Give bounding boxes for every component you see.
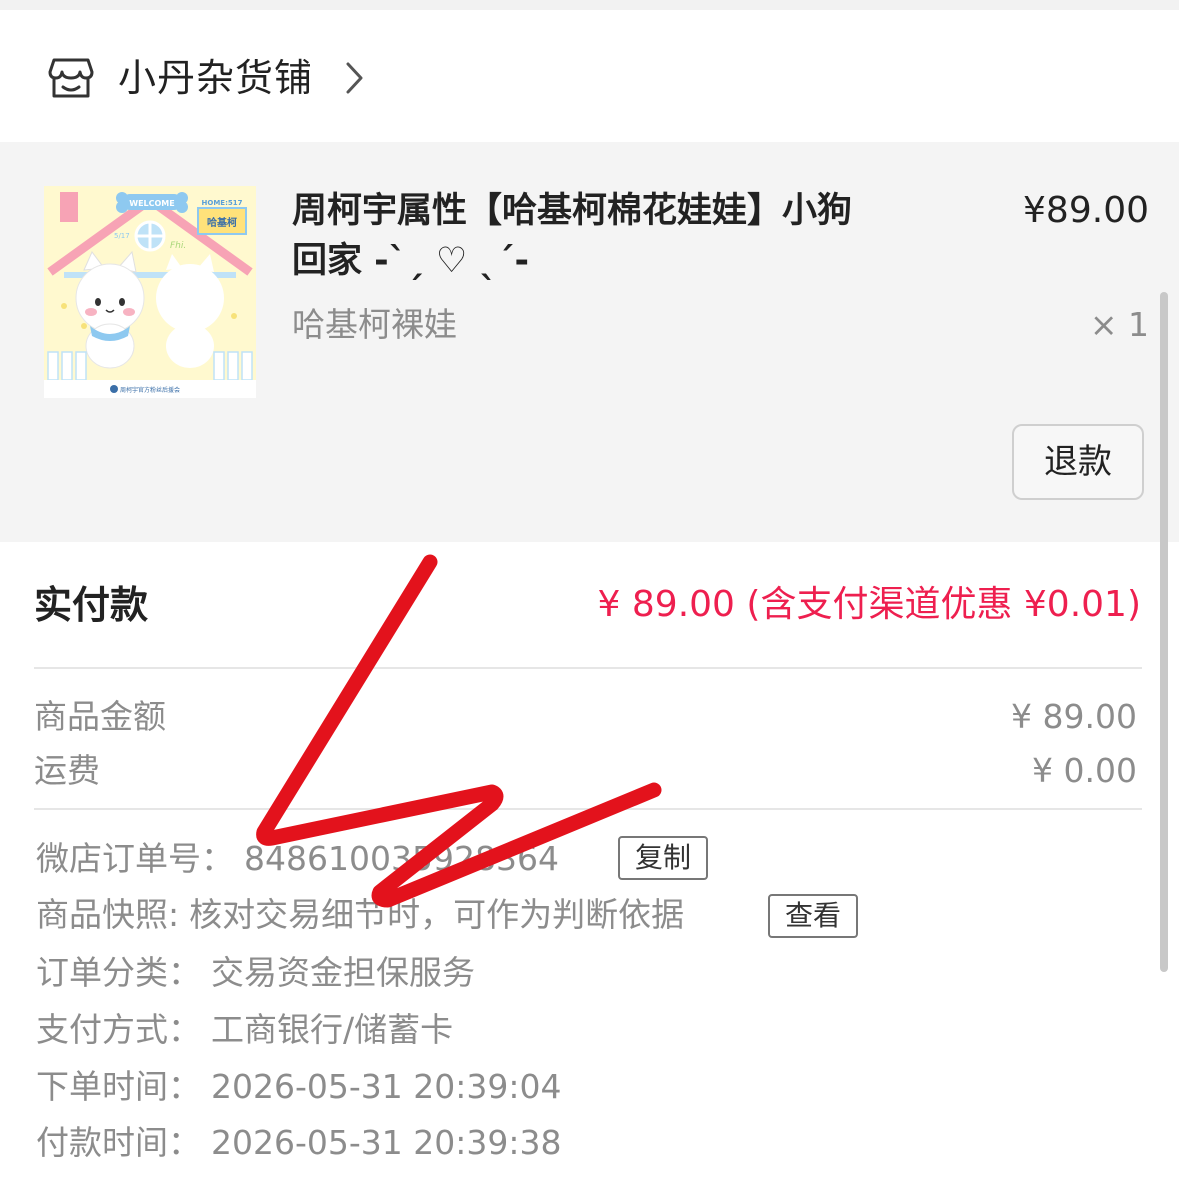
refund-button[interactable]: 退款	[1012, 424, 1144, 500]
product-thumbnail[interactable]: WELCOME HOME:517 哈基柯 5/17 Fhi. 周柯宇官方粉丝后援…	[44, 186, 256, 398]
chevron-right-icon[interactable]	[344, 60, 366, 96]
view-snapshot-button[interactable]: 查看	[768, 894, 858, 938]
snapshot-value: 核对交易细节时，可作为判断依据	[189, 895, 685, 934]
snapshot-row: 商品快照: 核对交易细节时，可作为判断依据	[36, 892, 684, 938]
shop-header[interactable]: 小丹杂货铺	[0, 10, 1179, 142]
pay-method-value: 工商银行/储蓄卡	[211, 1010, 454, 1049]
shop-name[interactable]: 小丹杂货铺	[118, 54, 313, 102]
paid-label: 实付款	[34, 583, 149, 627]
order-number-label: 微店订单号：	[36, 839, 234, 878]
divider	[34, 808, 1142, 810]
scrollbar[interactable]	[1160, 292, 1168, 972]
order-time-label: 下单时间：	[36, 1067, 201, 1106]
top-strip	[0, 0, 1179, 10]
pay-time-row: 付款时间： 2026-05-31 20:39:38	[36, 1120, 561, 1166]
thumb-footer-text: 周柯宇官方粉丝后援会	[120, 386, 180, 394]
divider	[34, 667, 1142, 669]
snapshot-label: 商品快照:	[36, 895, 180, 934]
copy-button[interactable]: 复制	[618, 836, 708, 880]
thumb-home-text: HOME:517	[202, 199, 243, 207]
pay-method-row: 支付方式： 工商银行/储蓄卡	[36, 1007, 453, 1053]
product-image: WELCOME HOME:517 哈基柯 5/17 Fhi. 周柯宇官方粉丝后援…	[44, 186, 256, 398]
order-number-value: 848610035928364	[244, 839, 559, 878]
thumb-date-text: 5/17	[114, 232, 130, 240]
category-value: 交易资金担保服务	[211, 953, 475, 992]
thumb-sign-text: 哈基柯	[207, 216, 237, 229]
order-number-row: 微店订单号： 848610035928364	[36, 836, 559, 882]
paid-value: ¥ 89.00 (含支付渠道优惠 ¥0.01)	[597, 584, 1141, 625]
product-title[interactable]: 周柯宇属性【哈基柯棉花娃娃】小狗回家 -ˋˏ ♡ ˎˊ-	[292, 186, 862, 286]
order-time-value: 2026-05-31 20:39:04	[211, 1067, 562, 1106]
category-row: 订单分类： 交易资金担保服务	[36, 950, 475, 996]
thumb-welcome-text: WELCOME	[129, 199, 174, 208]
pay-method-label: 支付方式：	[36, 1010, 201, 1049]
order-time-row: 下单时间： 2026-05-31 20:39:04	[36, 1064, 561, 1110]
shipping-label: 运费	[34, 751, 100, 790]
product-card[interactable]: WELCOME HOME:517 哈基柯 5/17 Fhi. 周柯宇官方粉丝后援…	[0, 142, 1179, 542]
pay-time-value: 2026-05-31 20:39:38	[211, 1123, 562, 1162]
pay-time-label: 付款时间：	[36, 1123, 201, 1162]
product-quantity: × 1	[1089, 305, 1149, 344]
thumb-tag-text: Fhi.	[170, 241, 186, 251]
product-price: ¥89.00	[1023, 190, 1149, 231]
shipping-value: ¥ 0.00	[1032, 751, 1137, 790]
product-sku: 哈基柯裸娃	[292, 305, 457, 344]
goods-amount-value: ¥ 89.00	[1011, 697, 1137, 736]
store-icon	[48, 58, 94, 98]
goods-amount-label: 商品金额	[34, 697, 166, 736]
category-label: 订单分类：	[36, 953, 201, 992]
